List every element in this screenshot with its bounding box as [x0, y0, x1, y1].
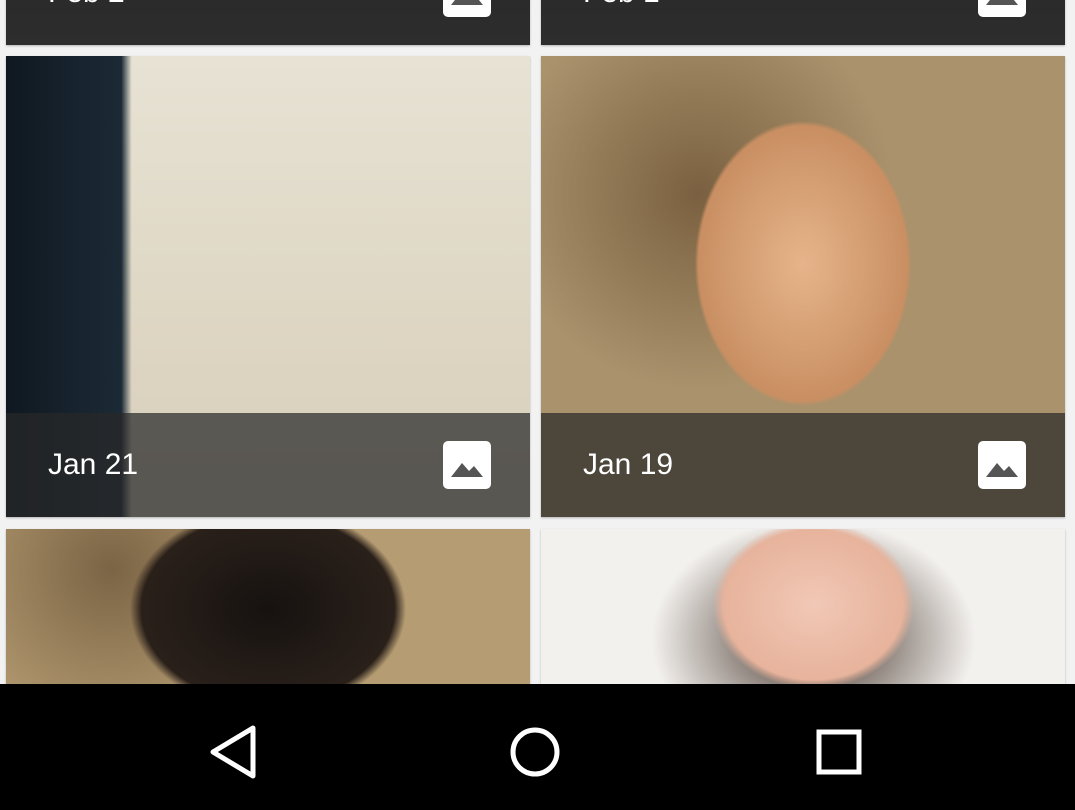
home-icon[interactable] [505, 722, 565, 782]
photo-caption: Jan 21 [6, 413, 530, 517]
photo-tile[interactable] [6, 529, 530, 684]
photo-caption: Feb 1 [541, 0, 1065, 45]
navigation-bar [0, 684, 1075, 810]
photo-thumbnail [6, 529, 530, 684]
photo-tile[interactable] [541, 529, 1065, 684]
photo-date: Feb 2 [48, 0, 125, 10]
photo-date: Feb 1 [583, 0, 660, 10]
photo-tile-jan-21[interactable]: Jan 21 [6, 56, 530, 517]
photo-caption: Jan 19 [541, 413, 1065, 517]
photo-thumbnail [541, 529, 1065, 684]
image-icon [443, 0, 491, 17]
photo-tile-feb-1[interactable]: Feb 1 [541, 0, 1065, 45]
photo-caption: Feb 2 [6, 0, 530, 45]
photo-grid: Feb 2 Feb 1 Jan 21 Jan 19 [0, 0, 1075, 684]
image-icon [443, 441, 491, 489]
image-icon [978, 0, 1026, 17]
image-icon [978, 441, 1026, 489]
recents-icon[interactable] [809, 722, 869, 782]
photo-tile-jan-19[interactable]: Jan 19 [541, 56, 1065, 517]
photo-date: Jan 19 [583, 448, 674, 481]
back-icon[interactable] [205, 722, 265, 782]
photo-tile-feb-2[interactable]: Feb 2 [6, 0, 530, 45]
photo-date: Jan 21 [48, 448, 139, 481]
